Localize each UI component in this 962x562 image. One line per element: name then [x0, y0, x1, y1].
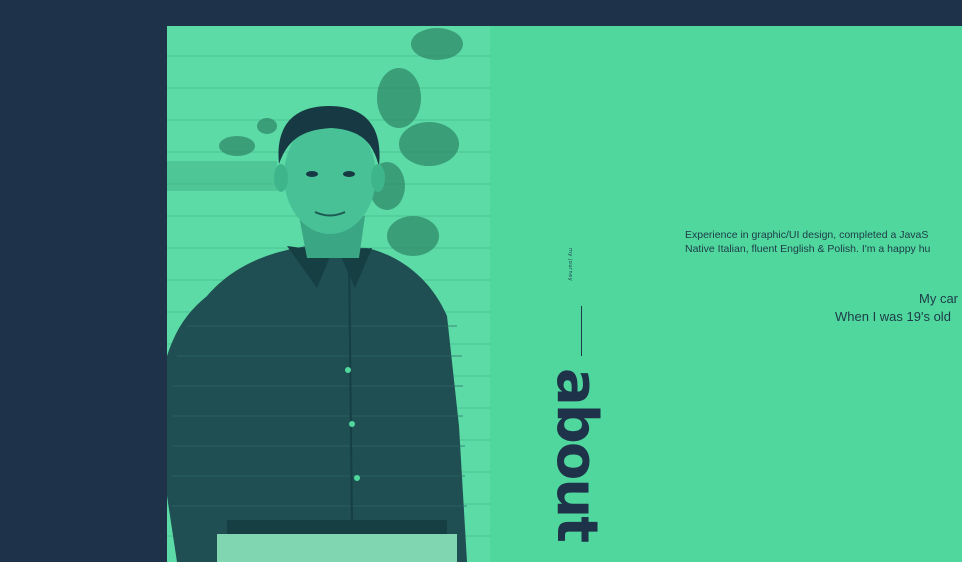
career-text: My car When I was 19's old [835, 290, 962, 326]
section-subtitle-text: my journey [567, 248, 573, 282]
about-panel: my journey about Experience in graphic/U… [490, 26, 962, 562]
top-bar [0, 0, 962, 26]
intro-line-2: Native Italian, fluent English & Polish.… [685, 243, 931, 255]
intro-line-1: Experience in graphic/UI design, complet… [685, 229, 929, 241]
intro-text: Experience in graphic/UI design, complet… [685, 228, 962, 256]
page: my journey about Experience in graphic/U… [0, 0, 962, 562]
portrait-photo [167, 26, 490, 562]
section-title-text: about [544, 368, 609, 541]
career-line-2: When I was 19's old [835, 309, 951, 324]
career-line-1: My car [919, 291, 958, 306]
divider-line [581, 306, 582, 356]
section-title: about [544, 368, 609, 558]
section-subtitle: my journey [565, 248, 573, 298]
